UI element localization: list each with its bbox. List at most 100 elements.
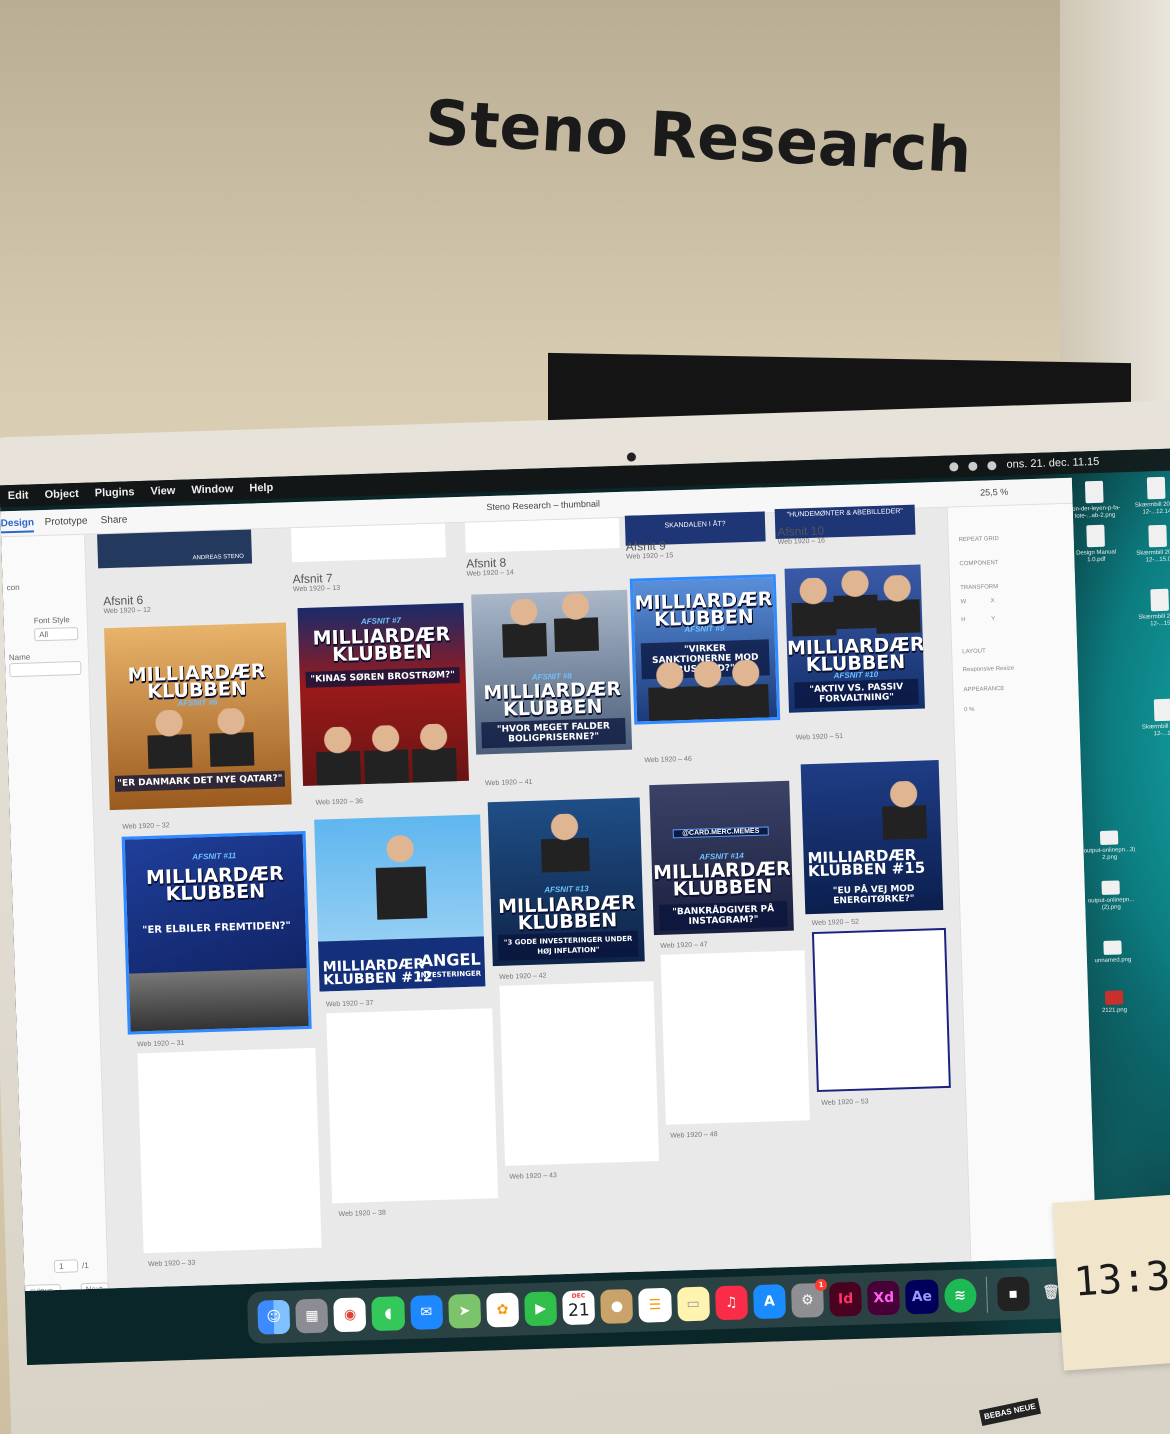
messages-icon[interactable]: ◖ (371, 1296, 405, 1332)
thumbnail-afsnit-7[interactable]: AFSNIT #7 MILLIARDÆR KLUBBEN "KINAS SØRE… (297, 602, 470, 787)
settings-icon[interactable]: ⚙ 1 (790, 1278, 828, 1318)
thumb-quote: "KINAS SØREN BROSTRØM?" (305, 667, 460, 688)
file-icon (1146, 476, 1166, 500)
desktop-file[interactable]: output-onlinepn...(2).png (1082, 880, 1139, 913)
flag-image-icon (1104, 990, 1124, 1005)
menu-object[interactable]: Object (44, 488, 79, 501)
name-field[interactable] (9, 660, 82, 678)
w-field[interactable]: W (961, 599, 967, 605)
xd-icon[interactable]: Xd (867, 1280, 901, 1316)
h-field[interactable]: H (961, 617, 966, 623)
indesign-icon[interactable]: Id (829, 1281, 863, 1317)
menu-window[interactable]: Window (191, 483, 233, 496)
artboard-blank-selected[interactable] (811, 927, 951, 1093)
desktop-file[interactable]: Skærmbill 2022-12-...12.14 (1128, 476, 1170, 517)
tab-prototype[interactable]: Prototype (45, 516, 88, 528)
font-style-label: Font Style (33, 615, 70, 626)
artboard-label: Web 1920 – 47 (660, 941, 708, 950)
calendar-icon[interactable]: DEC 21 (562, 1290, 596, 1326)
desktop-file[interactable]: 2121.png (1086, 990, 1143, 1016)
person-image (723, 659, 770, 719)
responsive-resize-toggle[interactable]: Responsive Resize (963, 666, 1015, 674)
file-label: Skærmbill 2022-12-...15 (1141, 723, 1170, 738)
creative-cloud-icon[interactable] (949, 461, 959, 472)
launchpad-icon[interactable]: ▦ (295, 1298, 329, 1334)
finder-icon[interactable]: ☺ (257, 1299, 291, 1335)
menu-help[interactable]: Help (249, 482, 273, 495)
menu-view[interactable]: View (150, 485, 175, 498)
artboard-label: Web 1920 – 32 (122, 822, 170, 831)
notes-icon[interactable]: ▭ (676, 1286, 710, 1322)
desktop-file[interactable]: output-onlinepn...3) 2.png (1081, 830, 1138, 863)
artboard-top-3[interactable] (464, 517, 620, 553)
control-center-icon[interactable] (987, 460, 997, 470)
artboard-blank[interactable] (137, 1047, 322, 1254)
zoom-level[interactable]: 25,5 % (980, 487, 1008, 498)
menu-clock[interactable]: ons. 21. dec. 11.15 (1006, 456, 1099, 471)
desktop-file[interactable]: unnamed.png (1084, 940, 1141, 966)
spotify-icon[interactable]: ≋ (943, 1278, 977, 1314)
menu-edit[interactable]: Edit (8, 490, 29, 503)
imac: Edit Object Plugins View Window Help ons… (0, 399, 1170, 1434)
person-image (790, 577, 837, 637)
thumb-quote: "ER ELBILER FREMTIDEN?" (142, 920, 291, 937)
thumbnail-afsnit-9[interactable]: MILLIARDÆR KLUBBEN AFSNIT #9 "VIRKER SAN… (629, 574, 781, 725)
thumbnail-afsnit-15[interactable]: MILLIARDÆR KLUBBEN #15 "EU PÅ VEJ MOD EN… (800, 760, 944, 915)
opacity-field[interactable]: 0 % (964, 707, 975, 713)
y-field[interactable]: Y (991, 616, 995, 622)
file-icon (1084, 480, 1104, 504)
thumbnail-afsnit-13[interactable]: AFSNIT #13 MILLIARDÆR KLUBBEN "3 GODE IN… (487, 797, 645, 967)
thumbnail-afsnit-14[interactable]: @CARD.MERC.MEMES AFSNIT #14 MILLIARDÆR K… (649, 780, 794, 936)
wifi-icon[interactable] (968, 461, 978, 471)
camera (626, 452, 637, 462)
person-image (411, 723, 458, 783)
maps-icon[interactable]: ➤ (447, 1293, 482, 1329)
thumb-quote: "3 GODE INVESTERINGER UNDER HØJ INFLATIO… (497, 930, 639, 962)
thumbnail-afsnit-8[interactable]: AFSNIT #8 MILLIARDÆR KLUBBEN "HVOR MEGET… (471, 589, 633, 755)
thumbnail-afsnit-10[interactable]: MILLIARDÆR KLUBBEN AFSNIT #10 "AKTIV VS.… (784, 564, 925, 713)
notification-badge: 1 (814, 1278, 828, 1292)
previous-button[interactable]: evious (24, 1283, 62, 1292)
tab-design[interactable]: Design (0, 517, 35, 534)
desktop-file[interactable]: Skærmbill 2022-12-...15 (1131, 588, 1170, 629)
reminders-icon[interactable]: ☰ (638, 1287, 672, 1323)
thumbnail-afsnit-6[interactable]: MILLIARDÆR KLUBBEN AFSNIT #6 "ER DANMARK… (104, 622, 292, 811)
screensaver-icon[interactable]: ▪ (996, 1276, 1030, 1312)
artboard-blank[interactable] (326, 1008, 499, 1204)
music-icon[interactable]: ♫ (714, 1285, 748, 1321)
font-style-select[interactable]: All (34, 627, 79, 642)
chrome-icon[interactable]: ◉ (333, 1297, 367, 1333)
calendar-day: 21 (567, 1300, 591, 1321)
file-label: output-onlinepn...3) 2.png (1083, 846, 1136, 861)
repeat-grid-button[interactable]: Repeat Grid (959, 536, 999, 543)
artboard-top-1[interactable]: ANDREAS STENO (97, 529, 253, 569)
person-image (540, 813, 590, 873)
person-image (146, 709, 193, 769)
instagram-handle: @CARD.MERC.MEMES (672, 826, 769, 839)
photos-icon[interactable]: ✿ (485, 1292, 520, 1328)
facetime-icon[interactable]: ▶ (524, 1291, 558, 1327)
column-title-6: Afsnit 6 Web 1920 – 12 (102, 592, 151, 616)
contacts-icon[interactable]: ● (600, 1288, 634, 1324)
artboard-canvas[interactable]: ANDREAS STENO SKANDALEN I ÅT? "HUNDEMØNT… (85, 504, 971, 1292)
desktop-file[interactable]: Design Manual 1.0.pdf (1067, 524, 1124, 565)
file-icon (1153, 698, 1170, 722)
thumbnail-afsnit-12[interactable]: MILLIARDÆR KLUBBEN #12 ANGEL INVESTERINGE… (314, 814, 486, 992)
page-input[interactable]: 1 (53, 1259, 79, 1274)
aftereffects-icon[interactable]: Ae (905, 1279, 939, 1315)
document-title[interactable]: Steno Research – thumbnail (486, 499, 600, 513)
artboard-blank[interactable] (499, 981, 660, 1166)
menu-plugins[interactable]: Plugins (95, 486, 135, 499)
desktop-file[interactable]: Skærmbill 2022-12-...15.0 (1129, 524, 1170, 565)
artboard-blank[interactable] (660, 950, 810, 1125)
thumb-quote: "HVOR MEGET FALDER BOLIGPRISERNE?" (481, 717, 626, 748)
appstore-icon[interactable]: A (752, 1284, 787, 1320)
artboard-top-2[interactable] (290, 523, 446, 563)
file-icon (1099, 830, 1119, 846)
desktop-file[interactable]: von-der-leyen-p-fa-tote-...ab-2.png (1066, 480, 1123, 521)
tab-share[interactable]: Share (100, 514, 127, 526)
mail-icon[interactable]: ✉ (409, 1294, 443, 1330)
thumbnail-afsnit-11[interactable]: AFSNIT #11 MILLIARDÆR KLUBBEN "ER ELBILE… (121, 830, 312, 1035)
desktop-file[interactable]: Skærmbill 2022-12-...15 (1135, 698, 1170, 739)
x-field[interactable]: X (991, 598, 995, 604)
